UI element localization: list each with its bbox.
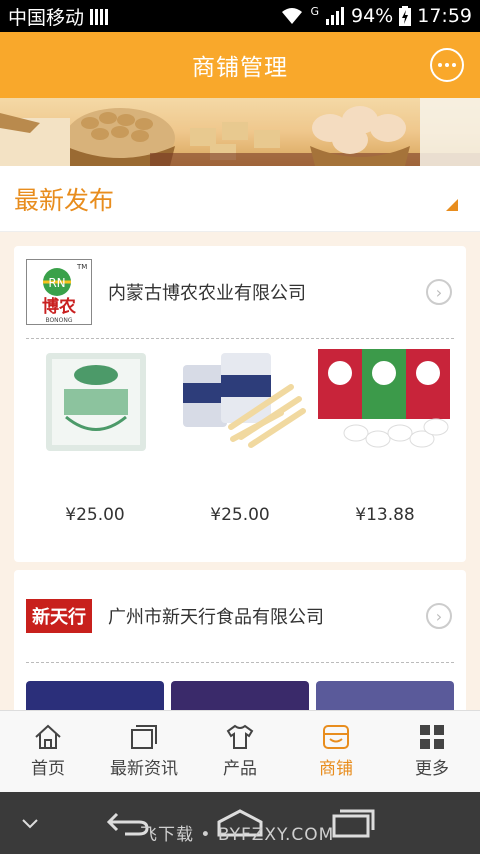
nav-label: 首页	[31, 759, 65, 779]
product-list: ¥25.00 ¥25.00 ¥13.88	[14, 339, 466, 525]
cell-signal-icon	[326, 7, 344, 25]
battery-charging-icon	[399, 6, 412, 26]
shop-card-header[interactable]: RN 博农 BONONG TM 内蒙古博农农业有限公司 ›	[14, 246, 466, 338]
food-banner-illustration	[0, 98, 480, 166]
svg-text:博农: 博农	[42, 296, 76, 317]
chevron-right-icon[interactable]: ›	[426, 603, 452, 629]
nav-more[interactable]: 更多	[384, 711, 480, 792]
shirt-icon	[226, 724, 254, 749]
chat-button[interactable]	[430, 48, 464, 82]
home-icon	[35, 724, 61, 749]
latest-release-header[interactable]: 最新发布	[0, 166, 480, 232]
recent-apps-icon[interactable]	[330, 808, 376, 838]
svg-text:RN: RN	[48, 276, 65, 290]
watermark-text: 飞下载 • BYFZXY.COM	[140, 825, 335, 845]
shop-name: 内蒙古博农农业有限公司	[108, 283, 306, 304]
wifi-icon	[282, 8, 303, 24]
product-price: ¥25.00	[210, 505, 270, 525]
bonong-logo-icon: RN 博农 BONONG TM	[27, 260, 91, 324]
nav-products[interactable]: 产品	[192, 711, 288, 792]
nav-home[interactable]: 首页	[0, 711, 96, 792]
grid-icon	[420, 725, 444, 749]
product-item[interactable]: ¥25.00	[26, 347, 164, 525]
svg-text:TM: TM	[76, 263, 87, 271]
shop-logo: RN 博农 BONONG TM	[26, 259, 92, 325]
chevron-down-icon[interactable]	[20, 816, 40, 830]
product-item[interactable]: ¥13.88	[316, 347, 454, 525]
fresh-milk-shell-packs-image	[316, 347, 454, 455]
section-title: 最新发布	[14, 185, 115, 215]
nav-label: 产品	[223, 759, 257, 779]
nav-label: 更多	[415, 759, 449, 779]
corner-triangle-icon	[446, 199, 458, 211]
nav-label: 最新资讯	[110, 759, 178, 779]
sim-icon	[90, 7, 109, 25]
chevron-right-icon[interactable]: ›	[426, 279, 452, 305]
shop-name: 广州市新天行食品有限公司	[108, 607, 324, 628]
milk-candy-bag-image	[26, 347, 164, 455]
bottom-nav: 首页 最新资讯 产品 商铺 更多	[0, 710, 480, 792]
network-type: G	[310, 5, 319, 18]
status-bar: 中国移动 G 94% 17:59	[0, 0, 480, 32]
milk-stick-jars-image	[171, 347, 309, 455]
banner-image	[0, 98, 480, 166]
nav-news[interactable]: 最新资讯	[96, 711, 192, 792]
shop-icon	[323, 725, 349, 749]
clock: 17:59	[417, 5, 472, 27]
shop-card-header[interactable]: 新天行 广州市新天行食品有限公司 ›	[14, 570, 466, 662]
shop-card[interactable]: RN 博农 BONONG TM 内蒙古博农农业有限公司 › ¥25.00 ¥25…	[14, 246, 466, 562]
nav-label: 商铺	[319, 759, 353, 779]
shop-card[interactable]: 新天行 广州市新天行食品有限公司 ›	[14, 570, 466, 730]
svg-text:BONONG: BONONG	[45, 317, 72, 324]
page-title: 商铺管理	[192, 55, 288, 81]
app-header: 商铺管理	[0, 32, 480, 98]
carrier-label: 中国移动	[8, 6, 85, 29]
product-price: ¥13.88	[355, 505, 415, 525]
nav-shop[interactable]: 商铺	[288, 711, 384, 792]
news-icon	[131, 725, 157, 749]
product-item[interactable]: ¥25.00	[171, 347, 309, 525]
chat-bubble-icon	[438, 63, 442, 67]
shop-logo: 新天行	[26, 599, 92, 633]
battery-percent: 94%	[351, 5, 394, 27]
product-price: ¥25.00	[65, 505, 125, 525]
